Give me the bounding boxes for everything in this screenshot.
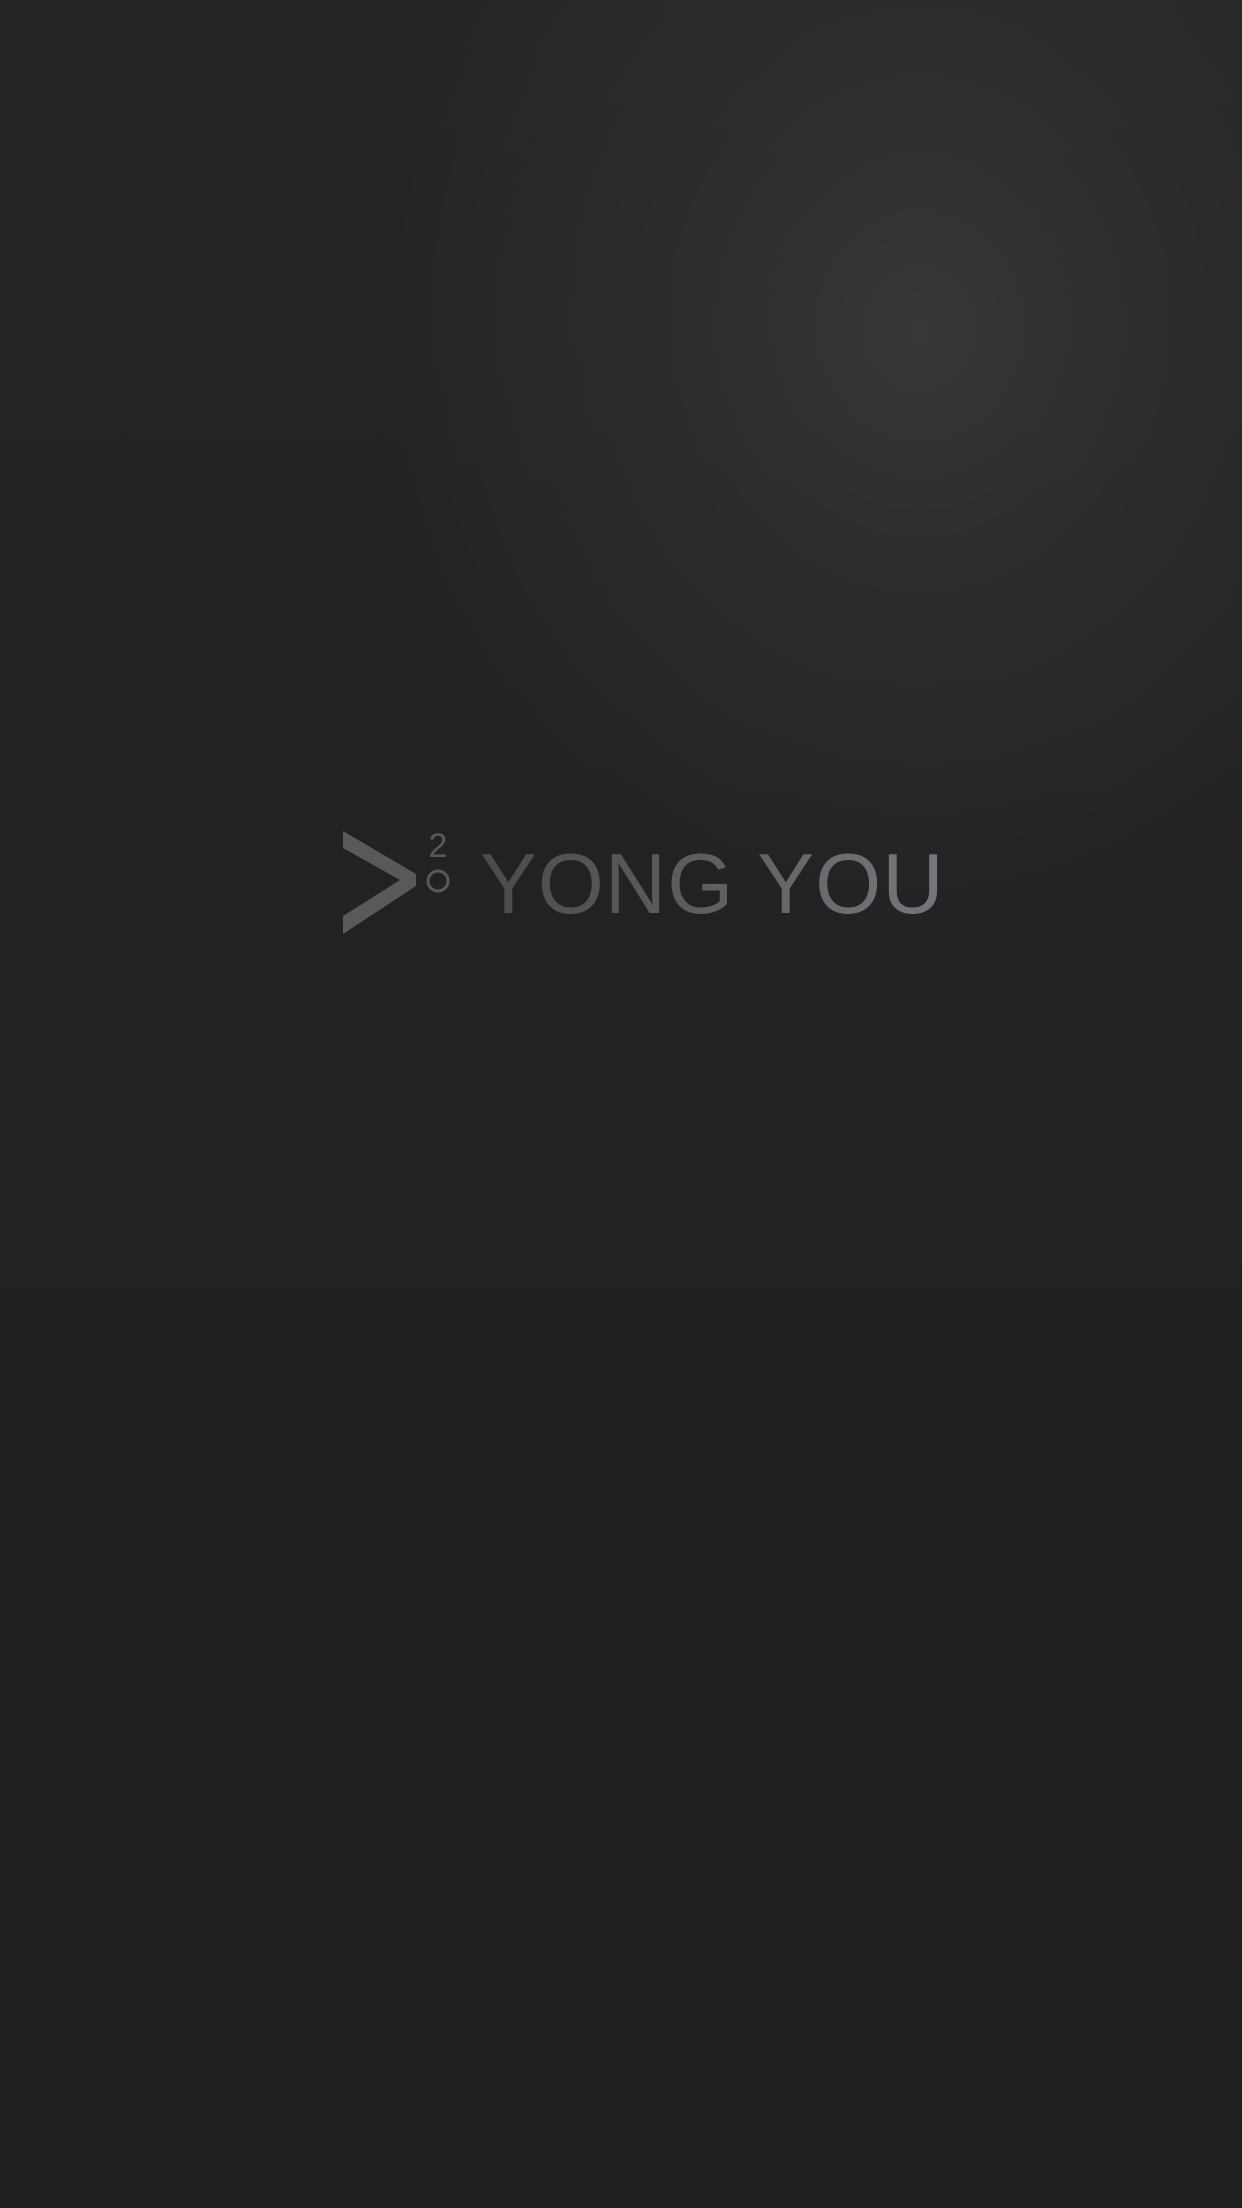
logo-superscript: 2 (429, 827, 448, 865)
splash-screen: 2 YONG YOU (0, 0, 1242, 2208)
brand-name: YONG YOU (480, 830, 945, 940)
logo-mark-icon: 2 (343, 827, 450, 934)
ring-icon (426, 869, 450, 893)
brand-logo: 2 YONG YOU (338, 826, 944, 940)
chevron-right-icon (343, 831, 416, 934)
